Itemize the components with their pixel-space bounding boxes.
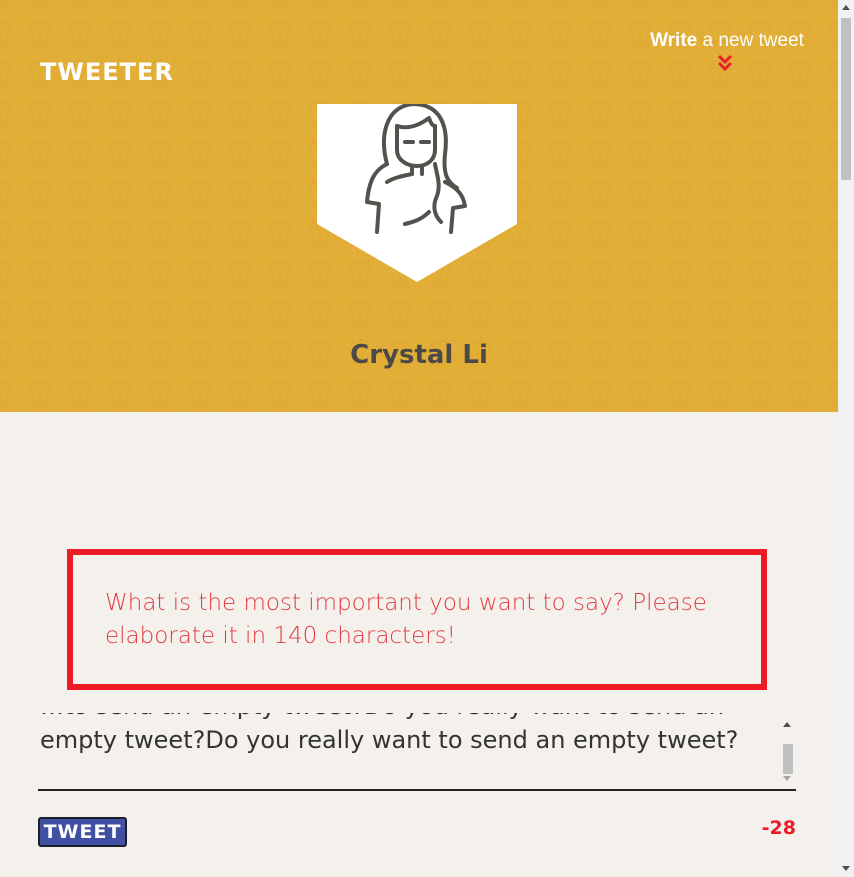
woman-avatar-icon [317,104,517,282]
scroll-up-arrow-icon[interactable] [783,722,791,727]
error-message-box: What is the most important you want to s… [67,549,767,690]
textarea-scroll-thumb[interactable] [783,744,793,774]
compose-toggle-rest: a new tweet [697,30,804,51]
character-counter: -28 [761,817,796,839]
profile-header: TWEETER Write a new tweet Crystal Li [0,0,838,412]
page-scrollbar[interactable] [838,0,854,877]
tweet-button[interactable]: TWEET [38,817,127,847]
textarea-scrollbar[interactable] [779,718,795,786]
tweet-textarea[interactable]: …to send an empty tweet?Do you really wa… [38,713,796,791]
profile-name: Crystal Li [350,340,488,370]
page-scroll-up-icon[interactable] [842,5,850,10]
page-scroll-thumb[interactable] [841,18,851,180]
tweet-textarea-text: …to send an empty tweet?Do you really wa… [40,713,739,754]
error-message-text: What is the most important you want to s… [105,590,707,649]
write-new-tweet-toggle[interactable]: Write a new tweet [647,30,807,52]
app-logo[interactable]: TWEETER [40,58,174,86]
compose-toggle-bold: Write [650,30,698,51]
double-chevron-down-icon[interactable] [716,54,734,72]
scroll-down-arrow-icon[interactable] [783,776,791,781]
page-scroll-down-icon[interactable] [842,866,850,871]
